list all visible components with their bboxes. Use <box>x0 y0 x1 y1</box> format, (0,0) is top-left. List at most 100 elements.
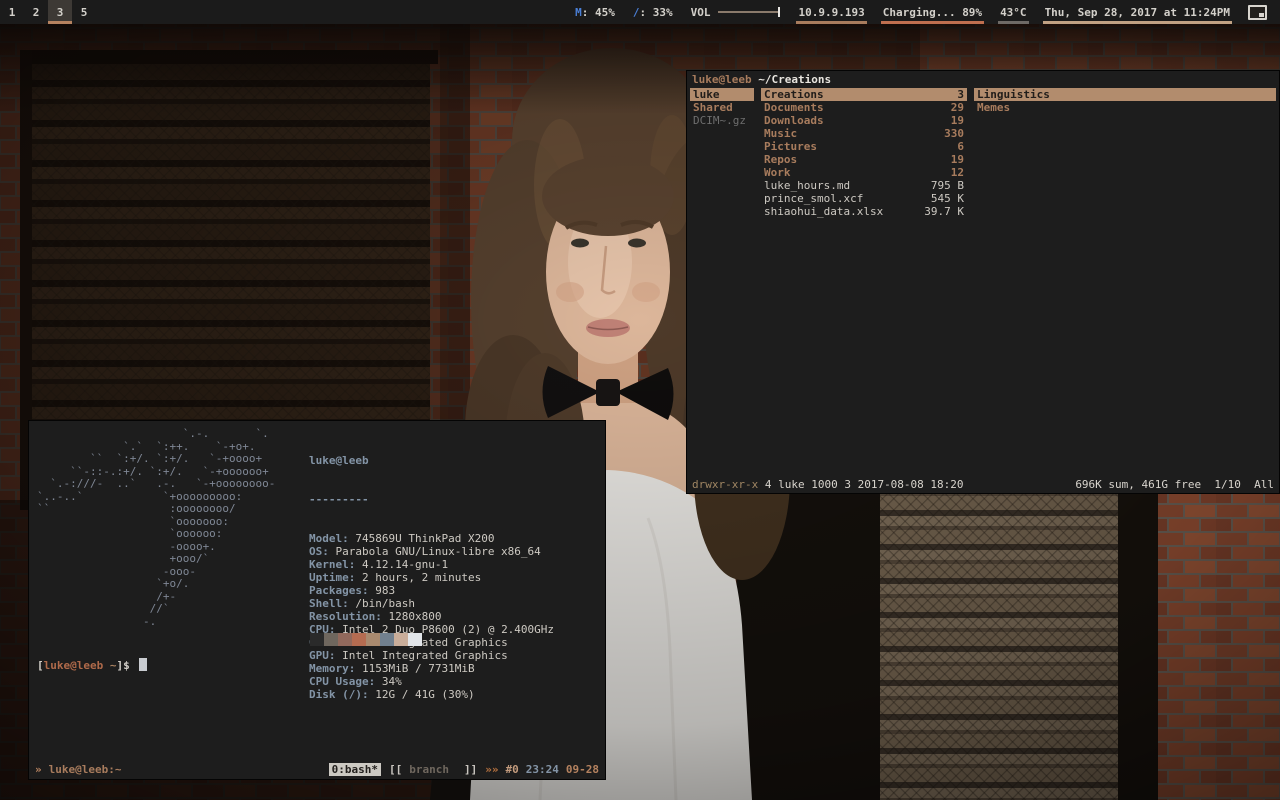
file-name: luke_hours.md <box>764 179 925 192</box>
info-label: Resolution: <box>309 610 382 623</box>
info-label: Model: <box>309 532 349 545</box>
shell-prompt[interactable]: [luke@leeb ~]$ <box>37 658 147 672</box>
file-row-Linguistics[interactable]: Linguistics <box>974 88 1276 101</box>
file-name: Creations <box>764 88 951 101</box>
file-name: Linguistics <box>977 88 1273 101</box>
file-row-Creations[interactable]: Creations 3 <box>761 88 967 101</box>
palette-swatch-3 <box>352 633 366 646</box>
clock[interactable]: Thu, Sep 28, 2017 at 11:24PM <box>1036 0 1239 24</box>
info-label: Packages: <box>309 584 369 597</box>
neofetch-info-lines: Model: 745869U ThinkPad X200OS: Parabola… <box>309 532 554 701</box>
file-row-DCIM~.gz[interactable]: DCIM~.gz <box>690 114 754 127</box>
git-bracket-close: ]] <box>464 763 477 776</box>
file-row-Documents[interactable]: Documents29 <box>761 101 967 114</box>
battery-status[interactable]: Charging... 89% <box>874 0 991 24</box>
file-name: shiaohui_data.xlsx <box>764 205 918 218</box>
tmux-right: 0:bash* [[ branch ]] »» #0 23:24 09-28 <box>329 763 599 776</box>
file-row-Music[interactable]: Music 330 <box>761 127 967 140</box>
file-size: 39.7 K <box>924 205 964 218</box>
workspace-2[interactable]: 2 <box>24 0 48 24</box>
file-size: 19 <box>951 153 964 166</box>
file-row-Work[interactable]: Work12 <box>761 166 967 179</box>
file-name: DCIM~.gz <box>693 114 751 127</box>
ranger-main-column: Creations 3Documents29Downloads19Music 330… <box>761 88 967 218</box>
info-label: Shell: <box>309 597 349 610</box>
tmux-pane-index: #0 <box>506 763 519 776</box>
palette-swatch-0 <box>310 633 324 646</box>
cpu-temp-underline <box>998 21 1029 24</box>
file-row-Pictures[interactable]: Pictures6 <box>761 140 967 153</box>
cpu-temp[interactable]: 43°C <box>991 0 1036 24</box>
info-value: 4.12.14-gnu-1 <box>355 558 448 571</box>
info-label: Memory: <box>309 662 355 675</box>
cpu-temp-text: 43°C <box>1000 6 1027 19</box>
file-row-shiaohui_data.xlsx[interactable]: shiaohui_data.xlsx 39.7 K <box>761 205 967 218</box>
palette-swatch-4 <box>366 633 380 646</box>
git-bracket-open: [[ <box>389 763 402 776</box>
file-name: Memes <box>977 101 1273 114</box>
workspace-1[interactable]: 1 <box>0 0 24 24</box>
neofetch-separator: --------- <box>309 493 554 506</box>
file-size: 330 <box>944 127 964 140</box>
terminal-color-palette <box>310 633 422 646</box>
info-line-os: OS: Parabola GNU/Linux-libre x86_64 <box>309 545 554 558</box>
file-row-Repos[interactable]: Repos19 <box>761 153 967 166</box>
info-line-uptime: Uptime: 2 hours, 2 minutes <box>309 571 554 584</box>
file-name: Shared <box>693 101 751 114</box>
info-value: /bin/bash <box>349 597 415 610</box>
info-label: GPU: <box>309 649 336 662</box>
volume-slider-handle[interactable] <box>778 7 780 17</box>
file-row-luke_hours.md[interactable]: luke_hours.md 795 B <box>761 179 967 192</box>
neofetch-info: luke@leeb --------- Model: 745869U Think… <box>309 428 554 727</box>
monitor-icon[interactable] <box>1248 5 1267 20</box>
info-line-packages: Packages: 983 <box>309 584 554 597</box>
battery-status-underline <box>881 21 984 24</box>
bar-right: M: 45%/: 33% VOL 10.9.9.193Charging... 8… <box>566 0 1280 24</box>
file-row-Memes[interactable]: Memes <box>974 101 1276 114</box>
file-size: 29 <box>951 101 964 114</box>
workspace-5[interactable]: 5 <box>72 0 96 24</box>
memory-indicator-icon: M <box>575 6 582 19</box>
info-value: 1153MiB / 7731MiB <box>355 662 474 675</box>
clock-underline <box>1043 21 1232 24</box>
tmux-session-title: luke@leeb:~ <box>49 763 122 776</box>
file-permissions: drwxr-xr-x <box>692 478 758 491</box>
file-size: 795 B <box>931 179 964 192</box>
info-line-model: Model: 745869U ThinkPad X200 <box>309 532 554 545</box>
info-label: Kernel: <box>309 558 355 571</box>
file-row-luke[interactable]: luke <box>690 88 754 101</box>
palette-swatch-5 <box>380 633 394 646</box>
file-details: 4 luke 1000 3 2017-08-08 18:20 <box>758 478 963 491</box>
git-branch-label: branch <box>409 763 449 776</box>
parabola-ascii-logo: `.-. `. `.` `:++. `-+o+. `` `:+/. `:+/. … <box>37 428 275 628</box>
palette-swatch-2 <box>338 633 352 646</box>
workspace-3[interactable]: 3 <box>48 0 72 24</box>
info-line-kernel: Kernel: 4.12.14-gnu-1 <box>309 558 554 571</box>
file-row-prince_smol.xcf[interactable]: prince_smol.xcf545 K <box>761 192 967 205</box>
rootfs-indicator-icon: / <box>633 6 640 19</box>
display-tray[interactable] <box>1239 0 1276 24</box>
info-line-resolution: Resolution: 1280x800 <box>309 610 554 623</box>
volume-control[interactable]: VOL <box>682 0 790 24</box>
file-row-Downloads[interactable]: Downloads19 <box>761 114 967 127</box>
ip-address-text: 10.9.9.193 <box>798 6 864 19</box>
info-line-shell: Shell: /bin/bash <box>309 597 554 610</box>
file-name: Music <box>764 127 938 140</box>
memory-indicator: M: 45% <box>566 0 624 24</box>
ranger-window[interactable]: luke@leeb ~/Creations lukeSharedDCIM~.gz… <box>686 70 1280 494</box>
info-line-disk-: Disk (/): 12G / 41G (30%) <box>309 688 554 701</box>
ip-address[interactable]: 10.9.9.193 <box>789 0 873 24</box>
terminal-window[interactable]: `.-. `. `.` `:++. `-+o+. `` `:+/. `:+/. … <box>28 420 606 780</box>
rootfs-indicator: /: 33% <box>624 0 682 24</box>
ranger-status-right: 696K sum, 461G free 1/10 All <box>1075 478 1274 491</box>
rootfs-indicator-value: : 33% <box>639 6 672 19</box>
file-row-Shared[interactable]: Shared <box>690 101 754 114</box>
volume-slider[interactable] <box>718 11 780 13</box>
memory-indicator-value: : 45% <box>582 6 615 19</box>
ranger-preview-column: LinguisticsMemes <box>974 88 1276 218</box>
file-size: 3 <box>957 88 964 101</box>
volume-label: VOL <box>691 6 711 19</box>
bar-segments: 10.9.9.193 Charging... 89% 43°C Thu, Sep 28… <box>789 0 1239 24</box>
terminal-cursor <box>139 658 147 671</box>
tmux-window-tab[interactable]: 0:bash* <box>329 763 381 776</box>
